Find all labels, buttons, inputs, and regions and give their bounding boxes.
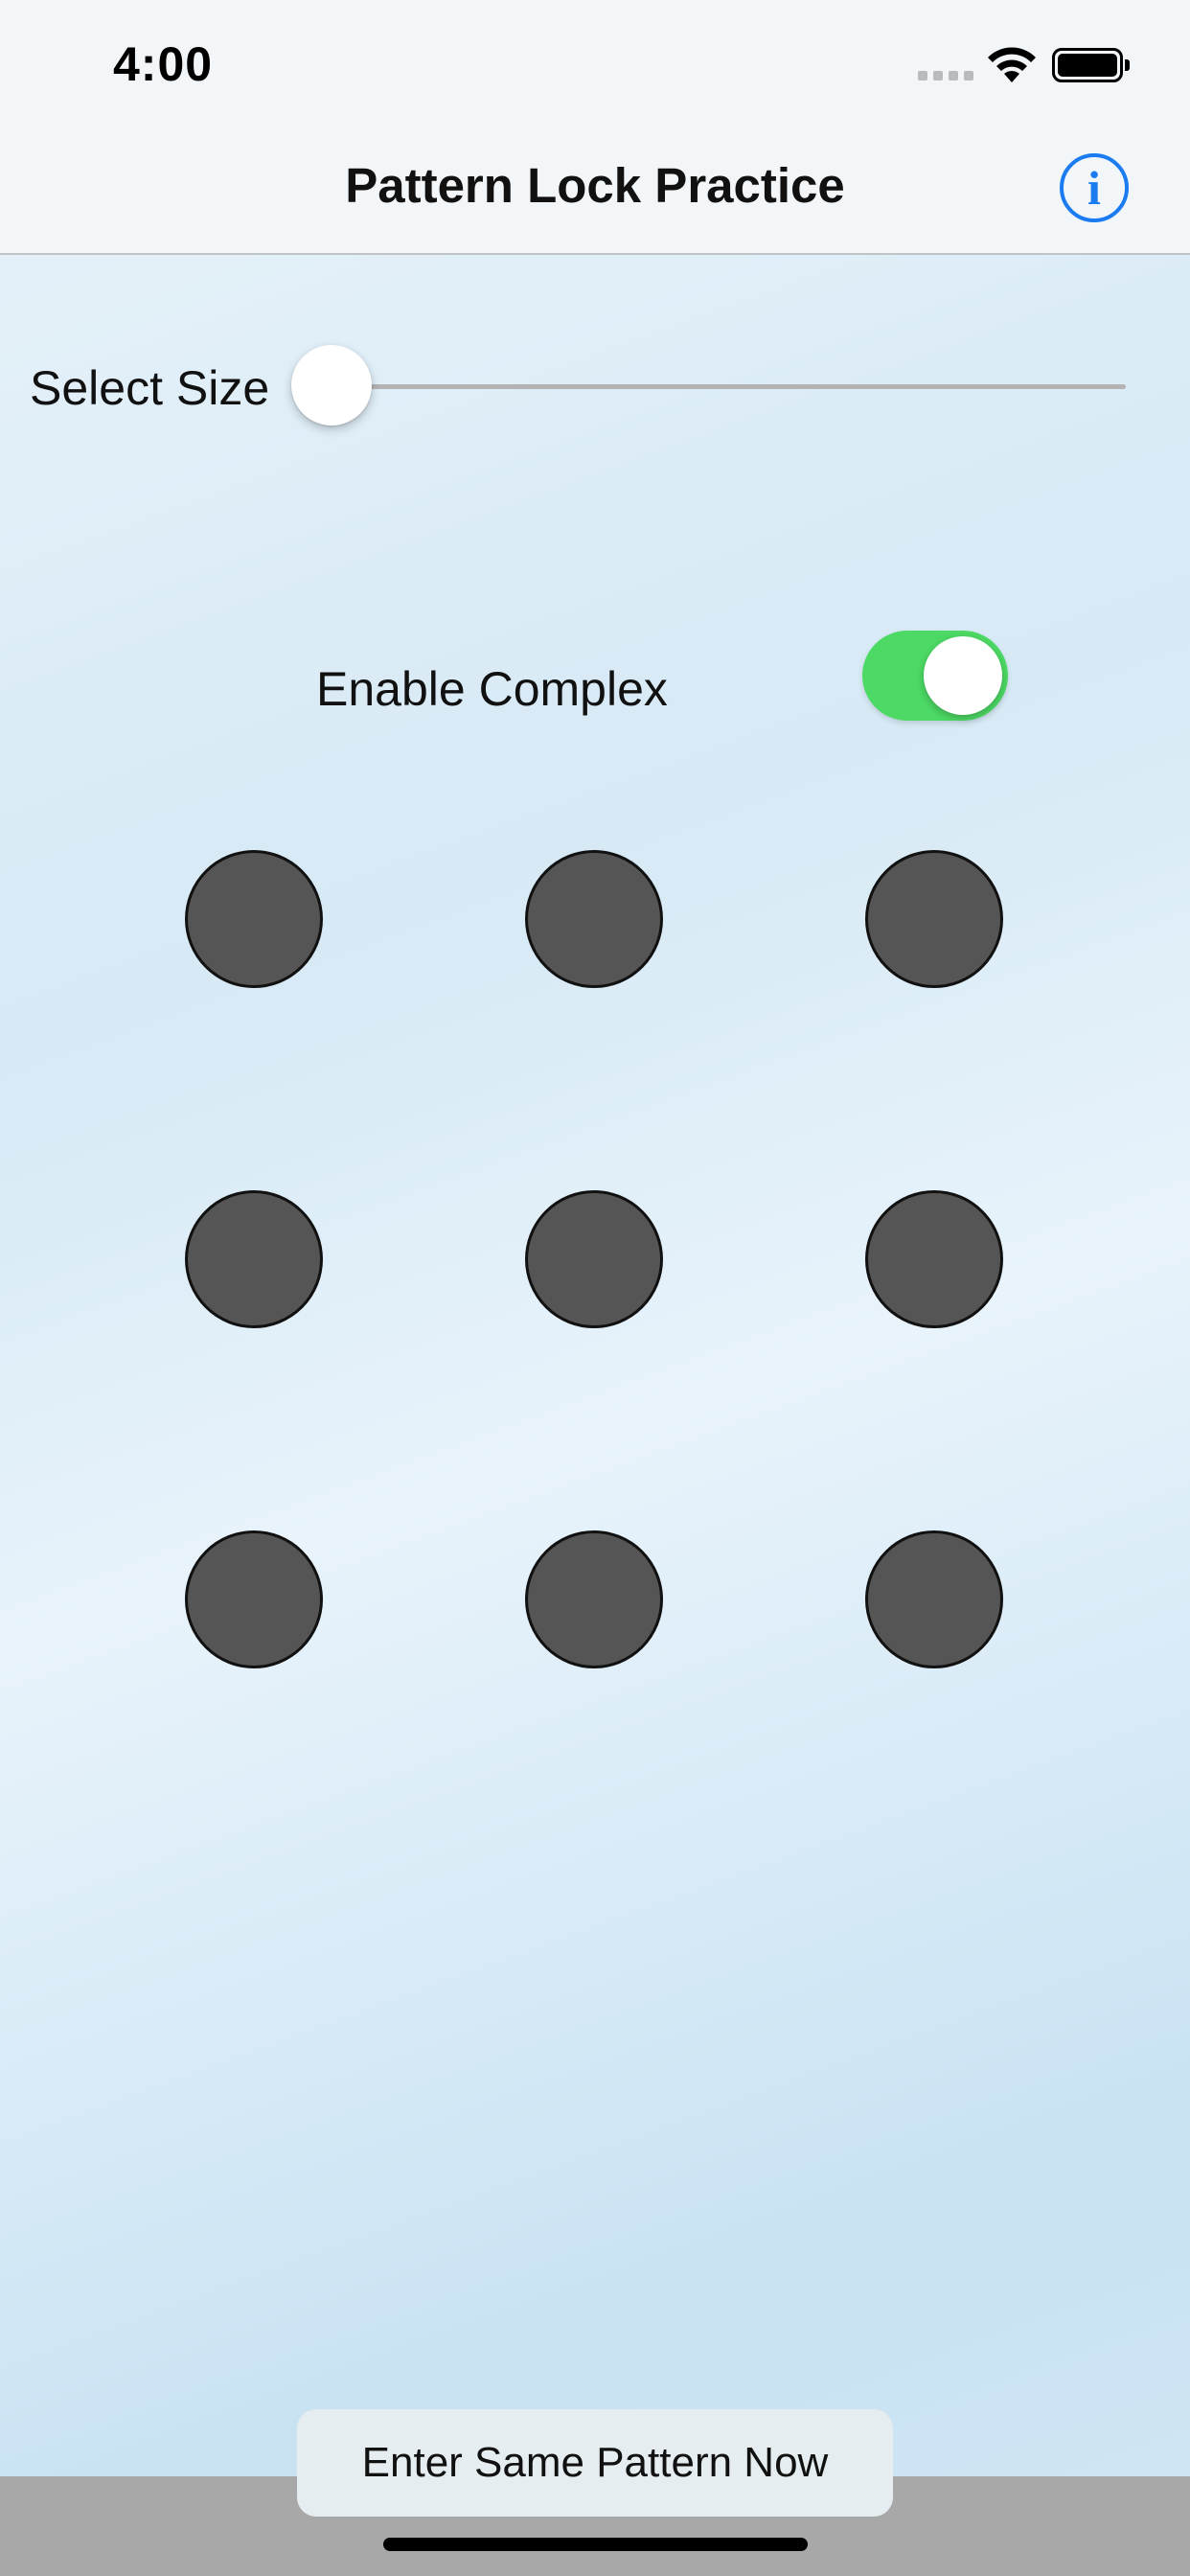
pattern-dot[interactable] — [185, 1530, 323, 1668]
pattern-dot[interactable] — [525, 850, 663, 988]
pattern-dot[interactable] — [865, 1190, 1003, 1328]
pattern-dot[interactable] — [865, 850, 1003, 988]
pattern-dot[interactable] — [865, 1530, 1003, 1668]
pattern-dot[interactable] — [525, 1190, 663, 1328]
pattern-dot[interactable] — [185, 850, 323, 988]
home-indicator[interactable] — [383, 2538, 808, 2551]
enter-same-pattern-button[interactable]: Enter Same Pattern Now — [297, 2409, 893, 2517]
pattern-dot[interactable] — [185, 1190, 323, 1328]
pattern-grid — [0, 0, 1190, 2576]
pattern-dot[interactable] — [525, 1530, 663, 1668]
